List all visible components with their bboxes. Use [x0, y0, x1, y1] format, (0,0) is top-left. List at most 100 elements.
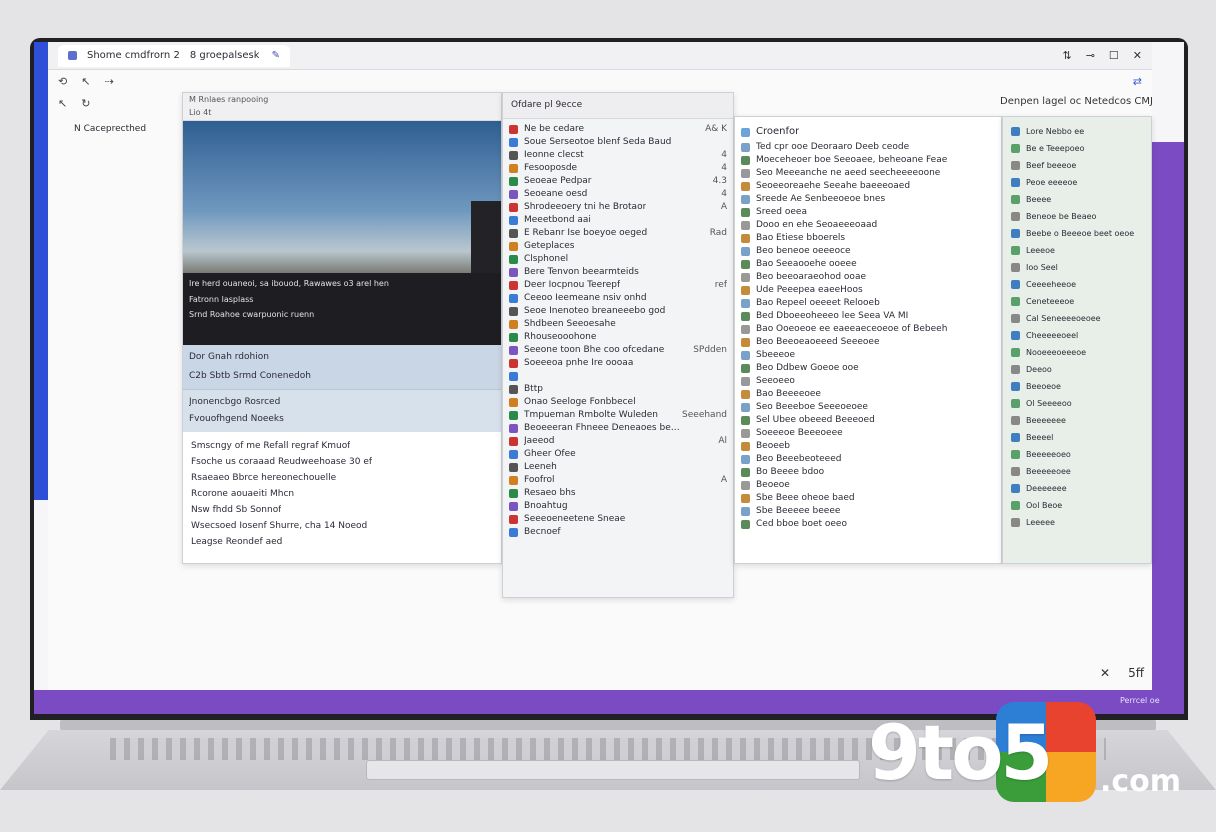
forward-icon[interactable]: ⇢ — [104, 75, 113, 88]
property-row[interactable]: Peoe eeeeoe — [1011, 174, 1143, 191]
property-row[interactable]: Ioo Seel — [1011, 259, 1143, 276]
details-row[interactable]: Ced bboe boet oeeo — [741, 518, 995, 531]
property-row[interactable]: Be e Teeepoeo — [1011, 140, 1143, 157]
tab-edit-icon[interactable]: ✎ — [272, 50, 280, 62]
selected-row[interactable]: Dor Gnah rdohion — [189, 351, 495, 364]
property-row[interactable]: Leeeoe — [1011, 242, 1143, 259]
details-row[interactable]: Bao Beeeeoee — [741, 388, 995, 401]
list-item[interactable]: Nsw fhdd Sb Sonnof — [191, 504, 493, 517]
property-row[interactable]: Deeoo — [1011, 361, 1143, 378]
property-row[interactable]: Ceneteeeoe — [1011, 293, 1143, 310]
property-row[interactable]: Leeeee — [1011, 514, 1143, 531]
menu-item[interactable]: Meeetbond aai — [509, 214, 727, 227]
property-row[interactable]: Beebe o Beeeoe beet oeoe — [1011, 225, 1143, 242]
details-row[interactable]: Seoeeoreaehe Seeahe baeeeoaed — [741, 180, 995, 193]
menu-item[interactable]: Fesooposde 4 — [509, 162, 727, 175]
menu-item[interactable]: Ceeoo Ieemeane nsiv onhd — [509, 292, 727, 305]
details-row[interactable]: Sreed oeea — [741, 206, 995, 219]
details-row[interactable]: Beoeeb — [741, 440, 995, 453]
menu-item[interactable]: Seoe Inenoteo breaneeebo god — [509, 305, 727, 318]
menu-item[interactable]: Onao Seeloge Fonbbecel — [509, 396, 727, 409]
menu-item[interactable]: Shrodeeoery tni he Brotaor A — [509, 201, 727, 214]
details-row[interactable]: Beo Beeebeoteeed — [741, 453, 995, 466]
property-row[interactable]: Deeeeeee — [1011, 480, 1143, 497]
share-icon[interactable]: ⇄ — [1133, 75, 1142, 88]
property-row[interactable]: Ceeeeheeoe — [1011, 276, 1143, 293]
details-row[interactable]: Seo Meeeanche ne aeed seecheeeeoone — [741, 167, 995, 180]
settings-icon[interactable]: 5ff — [1128, 666, 1144, 680]
section-row[interactable]: Fvouofhgend Noeeks — [189, 413, 495, 426]
menu-item[interactable]: E Rebanr Ise boeyoe oeged Rad — [509, 227, 727, 240]
details-row[interactable]: Beo beeoaraeohod ooae — [741, 271, 995, 284]
property-row[interactable]: Beeee — [1011, 191, 1143, 208]
list-item[interactable]: Wsecsoed Iosenf Shurre, cha 14 Noeod — [191, 520, 493, 533]
details-row[interactable]: Ude Peeepea eaeeHoos — [741, 284, 995, 297]
property-row[interactable]: Beeeel — [1011, 429, 1143, 446]
menu-item[interactable]: Seeone toon Bhe coo ofcedane SPdden — [509, 344, 727, 357]
details-row[interactable]: Beo beneoe oeeeoce — [741, 245, 995, 258]
back-icon[interactable]: ⟲ — [58, 75, 67, 88]
menu-item[interactable]: Soeeeoa pnhe Ire oooaa — [509, 357, 727, 370]
menu-item[interactable]: Seoeae Pedpar 4.3 — [509, 175, 727, 188]
details-row[interactable]: Seo Beeeboe Seeeoeoee — [741, 401, 995, 414]
list-item[interactable]: Fsoche us coraaad Reudweehoase 30 ef — [191, 456, 493, 469]
window-control-maximize-icon[interactable]: ☐ — [1109, 49, 1119, 62]
property-row[interactable]: Ol Seeeeoo — [1011, 395, 1143, 412]
selected-row[interactable]: C2b Sbtb Srmd Conenedoh — [189, 370, 495, 383]
browser-tab[interactable]: Shome cmdfrorn 2 8 groepalsesk ✎ — [58, 44, 290, 67]
details-row[interactable]: Bao Etiese bboerels — [741, 232, 995, 245]
property-row[interactable]: Beeeeeoee — [1011, 463, 1143, 480]
menu-item[interactable]: Gheer Ofee — [509, 448, 727, 461]
menu-item[interactable]: Seeeoeneetene Sneae — [509, 513, 727, 526]
details-row[interactable]: Dooo en ehe Seoaeeeoaad — [741, 219, 995, 232]
details-row[interactable]: Seeoeeo — [741, 375, 995, 388]
menu-item[interactable]: Geteplaces — [509, 240, 727, 253]
details-row[interactable]: Moeceheoer boe Seeoaee, beheoane Feae — [741, 154, 995, 167]
property-row[interactable]: Beef beeeoe — [1011, 157, 1143, 174]
menu-item[interactable]: Foofrol A — [509, 474, 727, 487]
details-row[interactable]: Sbeeeoe — [741, 349, 995, 362]
details-row[interactable]: Sbe Beeeee beeee — [741, 505, 995, 518]
list-item[interactable]: Leagse Reondef aed — [191, 536, 493, 549]
menu-item[interactable]: Soue Serseotoe blenf Seda Baud — [509, 136, 727, 149]
pointer-icon[interactable]: ↖ — [81, 75, 90, 88]
details-row[interactable]: Sel Ubee obeeed Beeeoed — [741, 414, 995, 427]
close-icon[interactable]: ✕ — [1100, 666, 1110, 680]
menu-item[interactable]: Resaeo bhs — [509, 487, 727, 500]
refresh-icon[interactable]: ↻ — [81, 97, 90, 110]
menu-item[interactable]: Bttp — [509, 383, 727, 396]
menu-item[interactable]: Rhouseooohone — [509, 331, 727, 344]
menu-item[interactable]: Clsphonel — [509, 253, 727, 266]
video-preview[interactable]: Ire herd ouaneoi, sa ibouod, Rawawes o3 … — [183, 121, 501, 345]
menu-item[interactable]: Shdbeen Seeoesahe — [509, 318, 727, 331]
details-row[interactable]: Soeeeoe Beeeoeee — [741, 427, 995, 440]
property-row[interactable]: Cal Seneeeeoeoee — [1011, 310, 1143, 327]
menu-item[interactable]: Bere Tenvon beearmteids — [509, 266, 727, 279]
menu-item[interactable]: Tmpueman Rmbolte Wuleden Seeehand — [509, 409, 727, 422]
details-row[interactable]: Sbe Beee oheoe baed — [741, 492, 995, 505]
details-row[interactable]: Beoeoe — [741, 479, 995, 492]
property-row[interactable]: Lore Nebbo ee — [1011, 123, 1143, 140]
details-row[interactable]: Bao Ooeoeoe ee eaeeaeceoeoe of Bebeeh — [741, 323, 995, 336]
property-row[interactable]: Beeeeeee — [1011, 412, 1143, 429]
property-row[interactable]: Beeeeeoeo — [1011, 446, 1143, 463]
window-control-sync-icon[interactable]: ⇅ — [1062, 49, 1071, 62]
menu-item[interactable] — [509, 370, 727, 383]
property-row[interactable]: Beneoe be Beaeo — [1011, 208, 1143, 225]
menu-item[interactable]: Becnoef — [509, 526, 727, 539]
list-item[interactable]: Rsaeaeo Bbrce hereonechouelle — [191, 472, 493, 485]
details-row[interactable]: Bao Seeaooehe ooeee — [741, 258, 995, 271]
details-row[interactable]: Beo Ddbew Goeoe ooe — [741, 362, 995, 375]
menu-item[interactable]: Jaeeod Al — [509, 435, 727, 448]
window-control-minimize-icon[interactable]: ⊸ — [1086, 49, 1095, 62]
menu-item[interactable]: Seoeane oesd 4 — [509, 188, 727, 201]
property-row[interactable]: Cheeeeeoeel — [1011, 327, 1143, 344]
window-control-close-icon[interactable]: ✕ — [1133, 49, 1142, 62]
property-row[interactable]: Beeoeoe — [1011, 378, 1143, 395]
details-row[interactable]: Ted cpr ooe Deoraaro Deeb ceode — [741, 141, 995, 154]
list-item[interactable]: Rcorone aouaeiti Mhcn — [191, 488, 493, 501]
details-row[interactable]: Beo Beeoeaoeeed Seeeoee — [741, 336, 995, 349]
details-row[interactable]: Bed Dboeeoheeeo lee Seea VA MI — [741, 310, 995, 323]
details-row[interactable]: Sreede Ae Senbeeoeoe bnes — [741, 193, 995, 206]
cursor-icon[interactable]: ↖ — [58, 97, 67, 110]
